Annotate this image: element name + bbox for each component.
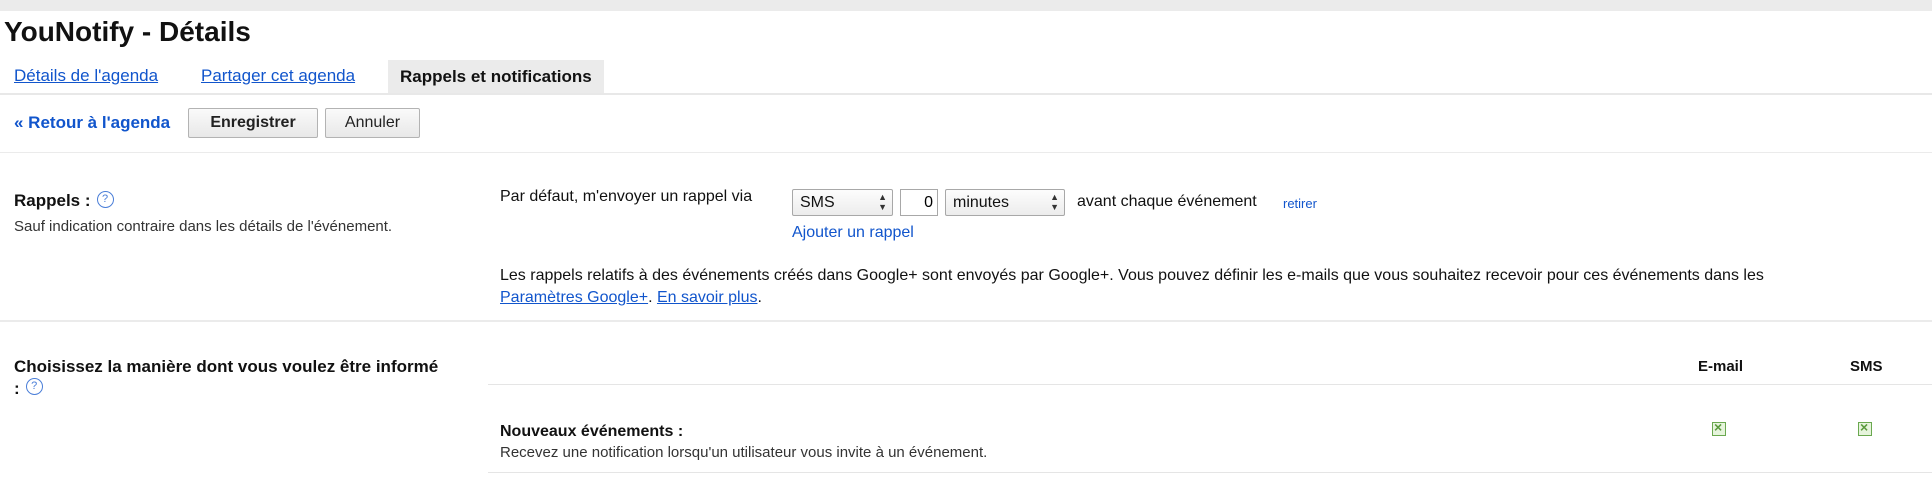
help-icon[interactable]: ? (25, 378, 43, 395)
tab-reminders-notifications[interactable]: Rappels et notifications (388, 60, 604, 93)
column-header-email: E-mail (1698, 358, 1744, 375)
default-reminder-prefix: Par défaut, m'envoyer un rappel via (500, 188, 753, 205)
learn-more-link[interactable]: En savoir plus (657, 289, 758, 306)
google-plus-info: Les rappels relatifs à des événements cr… (500, 267, 1764, 306)
google-plus-info-text: Les rappels relatifs à des événements cr… (500, 267, 1764, 284)
notifications-title: Choisissez la manière dont vous voulez ê… (14, 356, 484, 400)
reminders-title-text: Rappels : (14, 191, 91, 210)
updown-arrows-icon: ▲ ▼ (1050, 192, 1059, 212)
back-to-calendar-link[interactable]: « Retour à l'agenda (14, 113, 170, 133)
tab-calendar-details[interactable]: Détails de l'agenda (14, 66, 158, 86)
reminder-amount-input[interactable] (900, 189, 938, 216)
divider (488, 472, 1932, 473)
new-events-sms-checkbox[interactable] (1858, 419, 1872, 436)
top-bar (0, 0, 1932, 11)
help-icon[interactable]: ? (96, 191, 114, 208)
new-events-email-checkbox[interactable] (1712, 419, 1726, 436)
divider (488, 384, 1932, 385)
notifications-section: Choisissez la manière dont vous voulez ê… (0, 320, 1932, 500)
tab-bar: Détails de l'agenda Partager cet agenda … (0, 60, 1932, 95)
new-events-title: Nouveaux événements : (500, 423, 684, 440)
reminder-method-value: SMS (800, 194, 835, 211)
new-events-description: Recevez une notification lorsqu'un utili… (500, 444, 988, 461)
notifications-title-line2: : (14, 379, 20, 398)
reminder-method-select[interactable]: SMS ▲ ▼ (792, 189, 893, 216)
toolbar: « Retour à l'agenda Enregistrer Annuler (0, 93, 1932, 153)
reminder-suffix: avant chaque événement (1077, 193, 1257, 210)
google-plus-settings-link[interactable]: Paramètres Google+ (500, 289, 648, 306)
reminder-unit-value: minutes (953, 194, 1010, 211)
tab-share-calendar[interactable]: Partager cet agenda (201, 66, 355, 86)
remove-reminder-link[interactable]: retirer (1283, 196, 1317, 211)
reminder-unit-select[interactable]: minutes ▲ ▼ (945, 189, 1065, 216)
page-title: YouNotify - Détails (4, 16, 251, 47)
cancel-button[interactable]: Annuler (325, 108, 420, 138)
save-button[interactable]: Enregistrer (188, 108, 318, 138)
reminders-title: Rappels :? (14, 191, 114, 211)
column-header-sms: SMS (1850, 358, 1883, 375)
reminders-section: Rappels :? Sauf indication contraire dan… (0, 152, 1932, 322)
updown-arrows-icon: ▲ ▼ (878, 192, 887, 212)
reminders-subtitle: Sauf indication contraire dans les détai… (14, 218, 393, 235)
notifications-title-line1: Choisissez la manière dont vous voulez ê… (14, 357, 439, 376)
add-reminder-link[interactable]: Ajouter un rappel (792, 224, 914, 242)
